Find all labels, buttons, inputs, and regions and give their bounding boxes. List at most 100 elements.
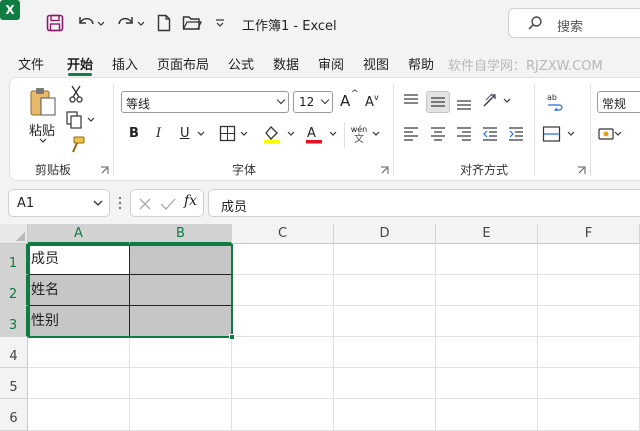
name-box[interactable]: A1: [8, 189, 110, 217]
cell[interactable]: [232, 275, 334, 306]
font-launcher-icon[interactable]: [380, 164, 389, 174]
tab-data[interactable]: 数据: [273, 54, 299, 73]
undo-icon[interactable]: [76, 12, 104, 34]
borders-icon[interactable]: [219, 125, 249, 143]
row-header-6[interactable]: 6: [0, 399, 28, 431]
italic-button[interactable]: I: [156, 126, 161, 141]
phonetic-dropdown-icon[interactable]: [372, 131, 380, 137]
cell-a1[interactable]: 成员: [28, 244, 130, 275]
cell-b1[interactable]: [130, 244, 232, 275]
cell-a3[interactable]: 性别: [28, 306, 130, 337]
customize-toolbar-icon[interactable]: [214, 12, 226, 34]
clipboard-launcher-icon[interactable]: [100, 164, 109, 174]
column-header-f[interactable]: F: [538, 224, 640, 244]
redo-icon[interactable]: [116, 12, 144, 34]
enter-check-icon[interactable]: [160, 197, 176, 214]
column-header-b[interactable]: B: [130, 224, 232, 244]
select-all-button[interactable]: [0, 224, 28, 244]
tab-file[interactable]: 文件: [18, 54, 44, 73]
row-header-5[interactable]: 5: [0, 368, 28, 399]
cancel-icon[interactable]: [138, 197, 152, 214]
phonetic-guide-button[interactable]: wén 文: [348, 122, 370, 148]
cell[interactable]: [436, 399, 538, 431]
formula-input[interactable]: 成员: [208, 189, 640, 217]
align-top-icon[interactable]: [403, 93, 419, 109]
cell[interactable]: [232, 244, 334, 275]
cell[interactable]: [538, 306, 640, 337]
cell[interactable]: [130, 337, 232, 368]
underline-button[interactable]: U: [180, 126, 190, 141]
open-folder-icon[interactable]: [182, 12, 202, 34]
cell[interactable]: [436, 275, 538, 306]
worksheet-grid[interactable]: A B C D E F 1 2 3 4 5 6 成员 姓名 性别: [0, 224, 640, 431]
decrease-indent-icon[interactable]: [482, 126, 498, 142]
cell-a2[interactable]: 姓名: [28, 275, 130, 306]
orientation-icon[interactable]: [482, 92, 514, 110]
column-header-e[interactable]: E: [436, 224, 538, 244]
cell[interactable]: [28, 399, 130, 431]
align-right-icon[interactable]: [456, 126, 472, 142]
cell[interactable]: [538, 399, 640, 431]
cell[interactable]: [334, 244, 436, 275]
cell[interactable]: [232, 337, 334, 368]
align-bottom-icon[interactable]: [456, 95, 472, 111]
wrap-text-icon[interactable]: ab: [544, 90, 566, 112]
row-header-3[interactable]: 3: [0, 306, 28, 337]
cell[interactable]: [436, 244, 538, 275]
cell[interactable]: [436, 306, 538, 337]
cell-b3[interactable]: [130, 306, 232, 337]
font-name-select[interactable]: 等线: [121, 91, 289, 113]
cell[interactable]: [130, 399, 232, 431]
search-box[interactable]: 搜索: [508, 8, 640, 38]
align-center-icon[interactable]: [430, 126, 446, 142]
row-header-2[interactable]: 2: [0, 275, 28, 306]
tab-review[interactable]: 审阅: [318, 54, 344, 73]
cell[interactable]: [232, 399, 334, 431]
cell[interactable]: [334, 306, 436, 337]
align-left-icon[interactable]: [403, 126, 419, 142]
cell[interactable]: [28, 337, 130, 368]
cell[interactable]: [232, 368, 334, 399]
row-header-1[interactable]: 1: [0, 244, 28, 275]
paste-dropdown-icon[interactable]: [38, 136, 48, 146]
cell[interactable]: [436, 368, 538, 399]
column-header-d[interactable]: D: [334, 224, 436, 244]
row-header-4[interactable]: 4: [0, 337, 28, 368]
tab-home[interactable]: 开始: [67, 54, 93, 73]
cell[interactable]: [334, 275, 436, 306]
column-header-a[interactable]: A: [28, 224, 130, 244]
underline-dropdown-icon[interactable]: [197, 131, 205, 137]
number-format-select[interactable]: 常规: [597, 91, 640, 113]
merge-center-icon[interactable]: [542, 125, 578, 143]
cut-icon[interactable]: [68, 84, 84, 104]
accounting-format-icon[interactable]: [598, 126, 622, 142]
paste-icon[interactable]: [28, 86, 58, 118]
increase-indent-icon[interactable]: [508, 126, 524, 142]
cell-b2[interactable]: [130, 275, 232, 306]
insert-function-icon[interactable]: fx: [184, 193, 197, 209]
grow-font-button[interactable]: A: [340, 92, 350, 110]
splitter-handle-icon[interactable]: [118, 195, 122, 211]
format-painter-icon[interactable]: [68, 136, 86, 154]
font-size-select[interactable]: 12: [293, 91, 333, 113]
cell[interactable]: [130, 368, 232, 399]
alignment-launcher-icon[interactable]: [577, 164, 586, 174]
tab-help[interactable]: 帮助: [408, 54, 434, 73]
tab-formulas[interactable]: 公式: [228, 54, 254, 73]
cell[interactable]: [436, 337, 538, 368]
fill-handle[interactable]: [229, 334, 235, 340]
copy-icon[interactable]: [66, 111, 96, 129]
cell[interactable]: [538, 244, 640, 275]
cell[interactable]: [28, 368, 130, 399]
cell[interactable]: [334, 337, 436, 368]
shrink-font-button[interactable]: A: [365, 95, 374, 110]
tab-insert[interactable]: 插入: [112, 54, 138, 73]
cell[interactable]: [538, 337, 640, 368]
column-header-c[interactable]: C: [232, 224, 334, 244]
cell[interactable]: [232, 306, 334, 337]
new-document-icon[interactable]: [156, 12, 172, 34]
font-color-icon[interactable]: A: [304, 124, 338, 144]
cell[interactable]: [334, 368, 436, 399]
bold-button[interactable]: B: [129, 126, 139, 141]
cell[interactable]: [538, 275, 640, 306]
